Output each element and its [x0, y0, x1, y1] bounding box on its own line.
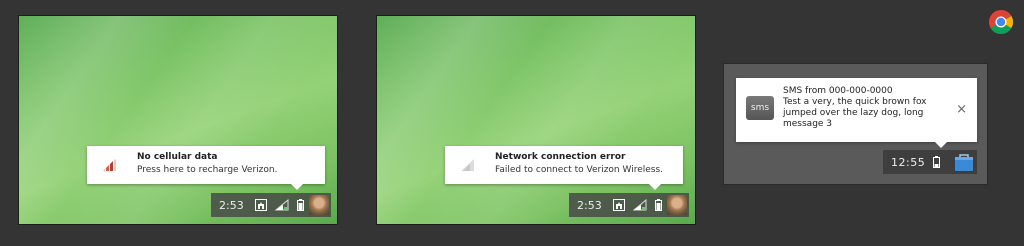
notification-message: Press here to recharge Verizon. [137, 165, 278, 175]
sms-text: SMS from 000-000-0000 Test a very, the q… [783, 86, 943, 130]
notification-message: Test a very, the quick brown fox jumped … [783, 97, 927, 129]
battery-icon[interactable] [297, 199, 304, 211]
cellular-signal-icon[interactable] [633, 199, 647, 211]
network-icon[interactable] [255, 199, 267, 211]
notification-title: Network connection error [495, 152, 626, 162]
notification-pointer [649, 184, 661, 190]
user-avatar[interactable] [309, 195, 329, 215]
notification-title: SMS from 000-000-0000 [783, 86, 893, 96]
close-button[interactable]: × [956, 102, 967, 117]
notification-pointer [935, 142, 947, 148]
user-avatar[interactable] [667, 195, 687, 215]
system-tray[interactable]: 12:55 [883, 150, 977, 174]
tray-clock[interactable]: 2:53 [219, 199, 247, 212]
battery-icon[interactable] [933, 153, 941, 172]
tray-clock[interactable]: 2:53 [577, 199, 605, 212]
network-icon[interactable] [613, 199, 625, 211]
desktop-screen-3: sms SMS from 000-000-0000 Test a very, t… [724, 64, 987, 184]
notification-pointer [291, 184, 303, 190]
tray-clock[interactable]: 12:55 [891, 156, 925, 169]
notification-network-error[interactable]: Network connection error Failed to conne… [445, 146, 683, 190]
chrome-logo-icon [989, 9, 1014, 34]
shopping-bag-icon[interactable] [954, 152, 974, 176]
desktop-screen-1: No cellular data Press here to recharge … [19, 16, 337, 224]
system-tray[interactable]: 2:53 [569, 193, 689, 217]
notification-no-cellular-data[interactable]: No cellular data Press here to recharge … [87, 146, 325, 190]
sms-icon: sms [746, 96, 774, 120]
system-tray[interactable]: 2:53 [211, 193, 331, 217]
notification-message: Failed to connect to Verizon Wireless. [495, 165, 664, 175]
cellular-signal-icon[interactable] [275, 199, 289, 211]
cellular-signal-gray-icon [461, 159, 474, 171]
notification-sms[interactable]: sms SMS from 000-000-0000 Test a very, t… [736, 78, 977, 148]
notification-title: No cellular data [137, 152, 218, 162]
cellular-signal-red-icon [103, 159, 116, 171]
battery-icon[interactable] [655, 199, 662, 211]
desktop-screen-2: Network connection error Failed to conne… [377, 16, 695, 224]
